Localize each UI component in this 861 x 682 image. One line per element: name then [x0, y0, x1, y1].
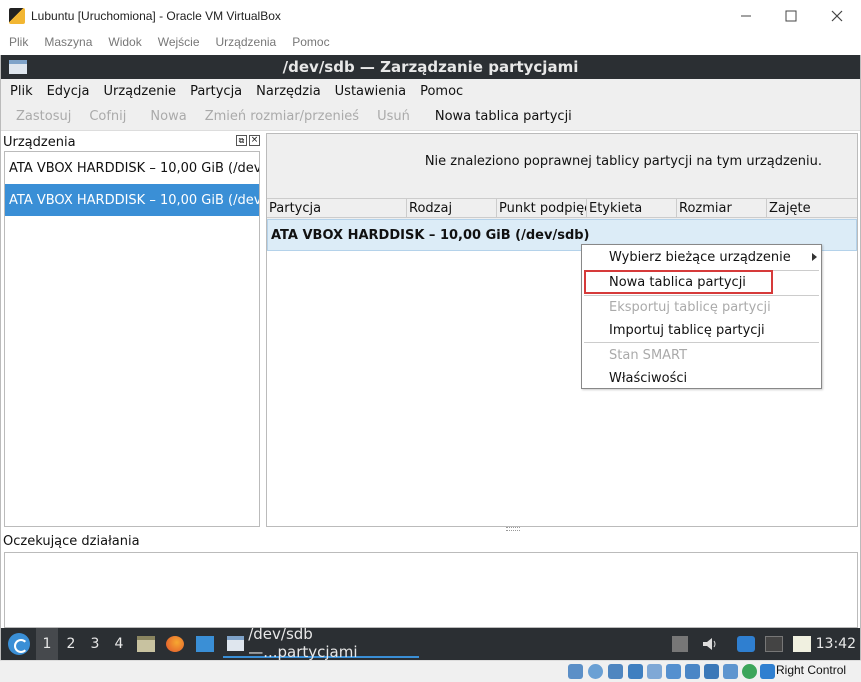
window-menu-icon[interactable] — [9, 60, 27, 74]
pending-operations-list — [4, 552, 858, 628]
gparted-window-icon — [227, 635, 245, 651]
column-used[interactable]: Zajęte — [767, 199, 857, 217]
pending-operations-title: Oczekujące działania — [3, 534, 140, 549]
close-button[interactable] — [814, 0, 860, 31]
volume-icon[interactable] — [701, 636, 719, 652]
workspace-4[interactable]: 4 — [108, 628, 130, 660]
apply-button[interactable]: Zastosuj — [16, 109, 71, 124]
guest-screen: /dev/sdb — Zarządzanie partycjami Plik E… — [0, 55, 861, 661]
context-menu: Wybierz bieżące urządzenie Nowa tablica … — [581, 244, 822, 389]
devices-panel-header: Urządzenia ⧉ × — [3, 133, 261, 151]
host-key-icon[interactable] — [760, 664, 775, 679]
menu-item-smart-status[interactable]: Stan SMART — [609, 348, 687, 363]
vt-x-icon[interactable] — [742, 664, 757, 679]
mouse-integration-icon[interactable] — [723, 664, 738, 679]
float-panel-icon[interactable]: ⧉ — [236, 135, 247, 146]
menu-item-new-partition-table[interactable]: Nowa tablica partycji — [609, 275, 746, 290]
network-icon[interactable] — [765, 636, 783, 652]
close-icon — [831, 10, 843, 21]
menu-device[interactable]: Urządzenie — [103, 84, 176, 99]
display-icon[interactable] — [685, 664, 700, 679]
device-item-sdb[interactable]: ATA VBOX HARDDISK – 10,00 GiB (/dev... — [5, 184, 259, 216]
menu-edit[interactable]: Edycja — [47, 84, 90, 99]
vbox-menubar: Plik Maszyna Widok Wejście Urządzenia Po… — [0, 31, 861, 53]
vbox-statusbar: Right Control — [0, 660, 861, 682]
menu-item-select-device[interactable]: Wybierz bieżące urządzenie — [609, 250, 791, 265]
taskbar: 1 2 3 4 /dev/sdb —...partycjami 13:42 — [1, 625, 860, 661]
menu-settings[interactable]: Ustawienia — [335, 84, 406, 99]
menu-item-properties[interactable]: Właściwości — [609, 371, 687, 386]
new-partition-button[interactable]: Nowa — [150, 109, 186, 124]
shared-folders-icon[interactable] — [666, 664, 681, 679]
gparted-menubar: Plik Edycja Urządzenie Partycja Narzędzi… — [1, 79, 860, 103]
maximize-icon — [785, 10, 797, 21]
menu-separator — [584, 295, 819, 296]
host-key-label: Right Control — [776, 663, 847, 677]
workspace-3[interactable]: 3 — [84, 628, 106, 660]
vbox-menu-view[interactable]: Widok — [108, 35, 141, 49]
gparted-titlebar: /dev/sdb — Zarządzanie partycjami — [1, 55, 860, 79]
vbox-menu-machine[interactable]: Maszyna — [44, 35, 92, 49]
column-label[interactable]: Etykieta — [587, 199, 677, 217]
vbox-menu-help[interactable]: Pomoc — [292, 35, 329, 49]
optical-drive-icon[interactable] — [588, 664, 603, 679]
devices-panel-title: Urządzenia — [3, 134, 76, 150]
vbox-menu-file[interactable]: Plik — [9, 35, 28, 49]
device-item-sda[interactable]: ATA VBOX HARDDISK – 10,00 GiB (/dev... — [5, 152, 259, 184]
pane-splitter-handle[interactable] — [506, 527, 520, 531]
partition-table-header: Partycja Rodzaj Punkt podpięc Etykieta R… — [267, 198, 857, 218]
gparted-toolbar: Zastosuj Cofnij Nowa Zmień rozmiar/przen… — [1, 103, 860, 131]
minimize-button[interactable] — [723, 0, 769, 31]
gparted-window-title: /dev/sdb — Zarządzanie partycjami — [282, 58, 579, 76]
menu-tools[interactable]: Narzędzia — [256, 84, 321, 99]
column-partition[interactable]: Partycja — [267, 199, 407, 217]
vbox-window-title: Lubuntu [Uruchomiona] - Oracle VM Virtua… — [31, 8, 281, 23]
video-capture-icon[interactable] — [704, 664, 719, 679]
clipboard-icon[interactable] — [793, 636, 811, 652]
minimize-icon — [741, 15, 751, 16]
clock: 13:42 — [815, 636, 856, 652]
file-manager-icon[interactable] — [137, 636, 155, 652]
notification-icon[interactable] — [737, 636, 755, 652]
maximize-button[interactable] — [768, 0, 814, 31]
menu-item-export-table[interactable]: Eksportuj tablicę partycji — [609, 300, 771, 315]
workspace-1[interactable]: 1 — [36, 628, 58, 660]
task-button-label: /dev/sdb —...partycjami — [248, 625, 358, 661]
usb-icon[interactable] — [647, 664, 662, 679]
vbox-titlebar: Lubuntu [Uruchomiona] - Oracle VM Virtua… — [0, 0, 861, 31]
menu-help[interactable]: Pomoc — [420, 84, 463, 99]
submenu-arrow-icon — [812, 253, 817, 261]
hard-disk-icon[interactable] — [568, 664, 583, 679]
delete-button[interactable]: Usuń — [377, 109, 410, 124]
undo-button[interactable]: Cofnij — [89, 109, 126, 124]
column-mountpoint[interactable]: Punkt podpięc — [497, 199, 587, 217]
audio-icon[interactable] — [608, 664, 623, 679]
workspace-2[interactable]: 2 — [60, 628, 82, 660]
close-panel-icon[interactable]: × — [249, 135, 260, 146]
new-partition-table-button[interactable]: Nowa tablica partycji — [435, 109, 572, 124]
menu-file[interactable]: Plik — [10, 84, 33, 99]
firefox-icon[interactable] — [166, 636, 184, 652]
eject-icon[interactable] — [672, 636, 688, 652]
vbox-menu-devices[interactable]: Urządzenia — [216, 35, 277, 49]
menu-item-import-table[interactable]: Importuj tablicę partycji — [609, 323, 765, 338]
column-size[interactable]: Rozmiar — [677, 199, 767, 217]
menu-separator — [584, 342, 819, 343]
column-type[interactable]: Rodzaj — [407, 199, 497, 217]
task-button-gparted[interactable]: /dev/sdb —...partycjami — [223, 625, 419, 661]
resize-move-button[interactable]: Zmień rozmiar/przenieś — [205, 109, 359, 124]
vbox-menu-input[interactable]: Wejście — [158, 35, 200, 49]
menu-partition[interactable]: Partycja — [190, 84, 242, 99]
devices-list: ATA VBOX HARDDISK – 10,00 GiB (/dev... A… — [4, 151, 260, 527]
no-partition-table-message: Nie znaleziono poprawnej tablicy partycj… — [424, 154, 822, 169]
start-menu-icon[interactable] — [8, 633, 30, 655]
network-adapter-icon[interactable] — [628, 664, 643, 679]
show-desktop-icon[interactable] — [196, 636, 214, 652]
virtualbox-app-icon — [9, 7, 25, 24]
